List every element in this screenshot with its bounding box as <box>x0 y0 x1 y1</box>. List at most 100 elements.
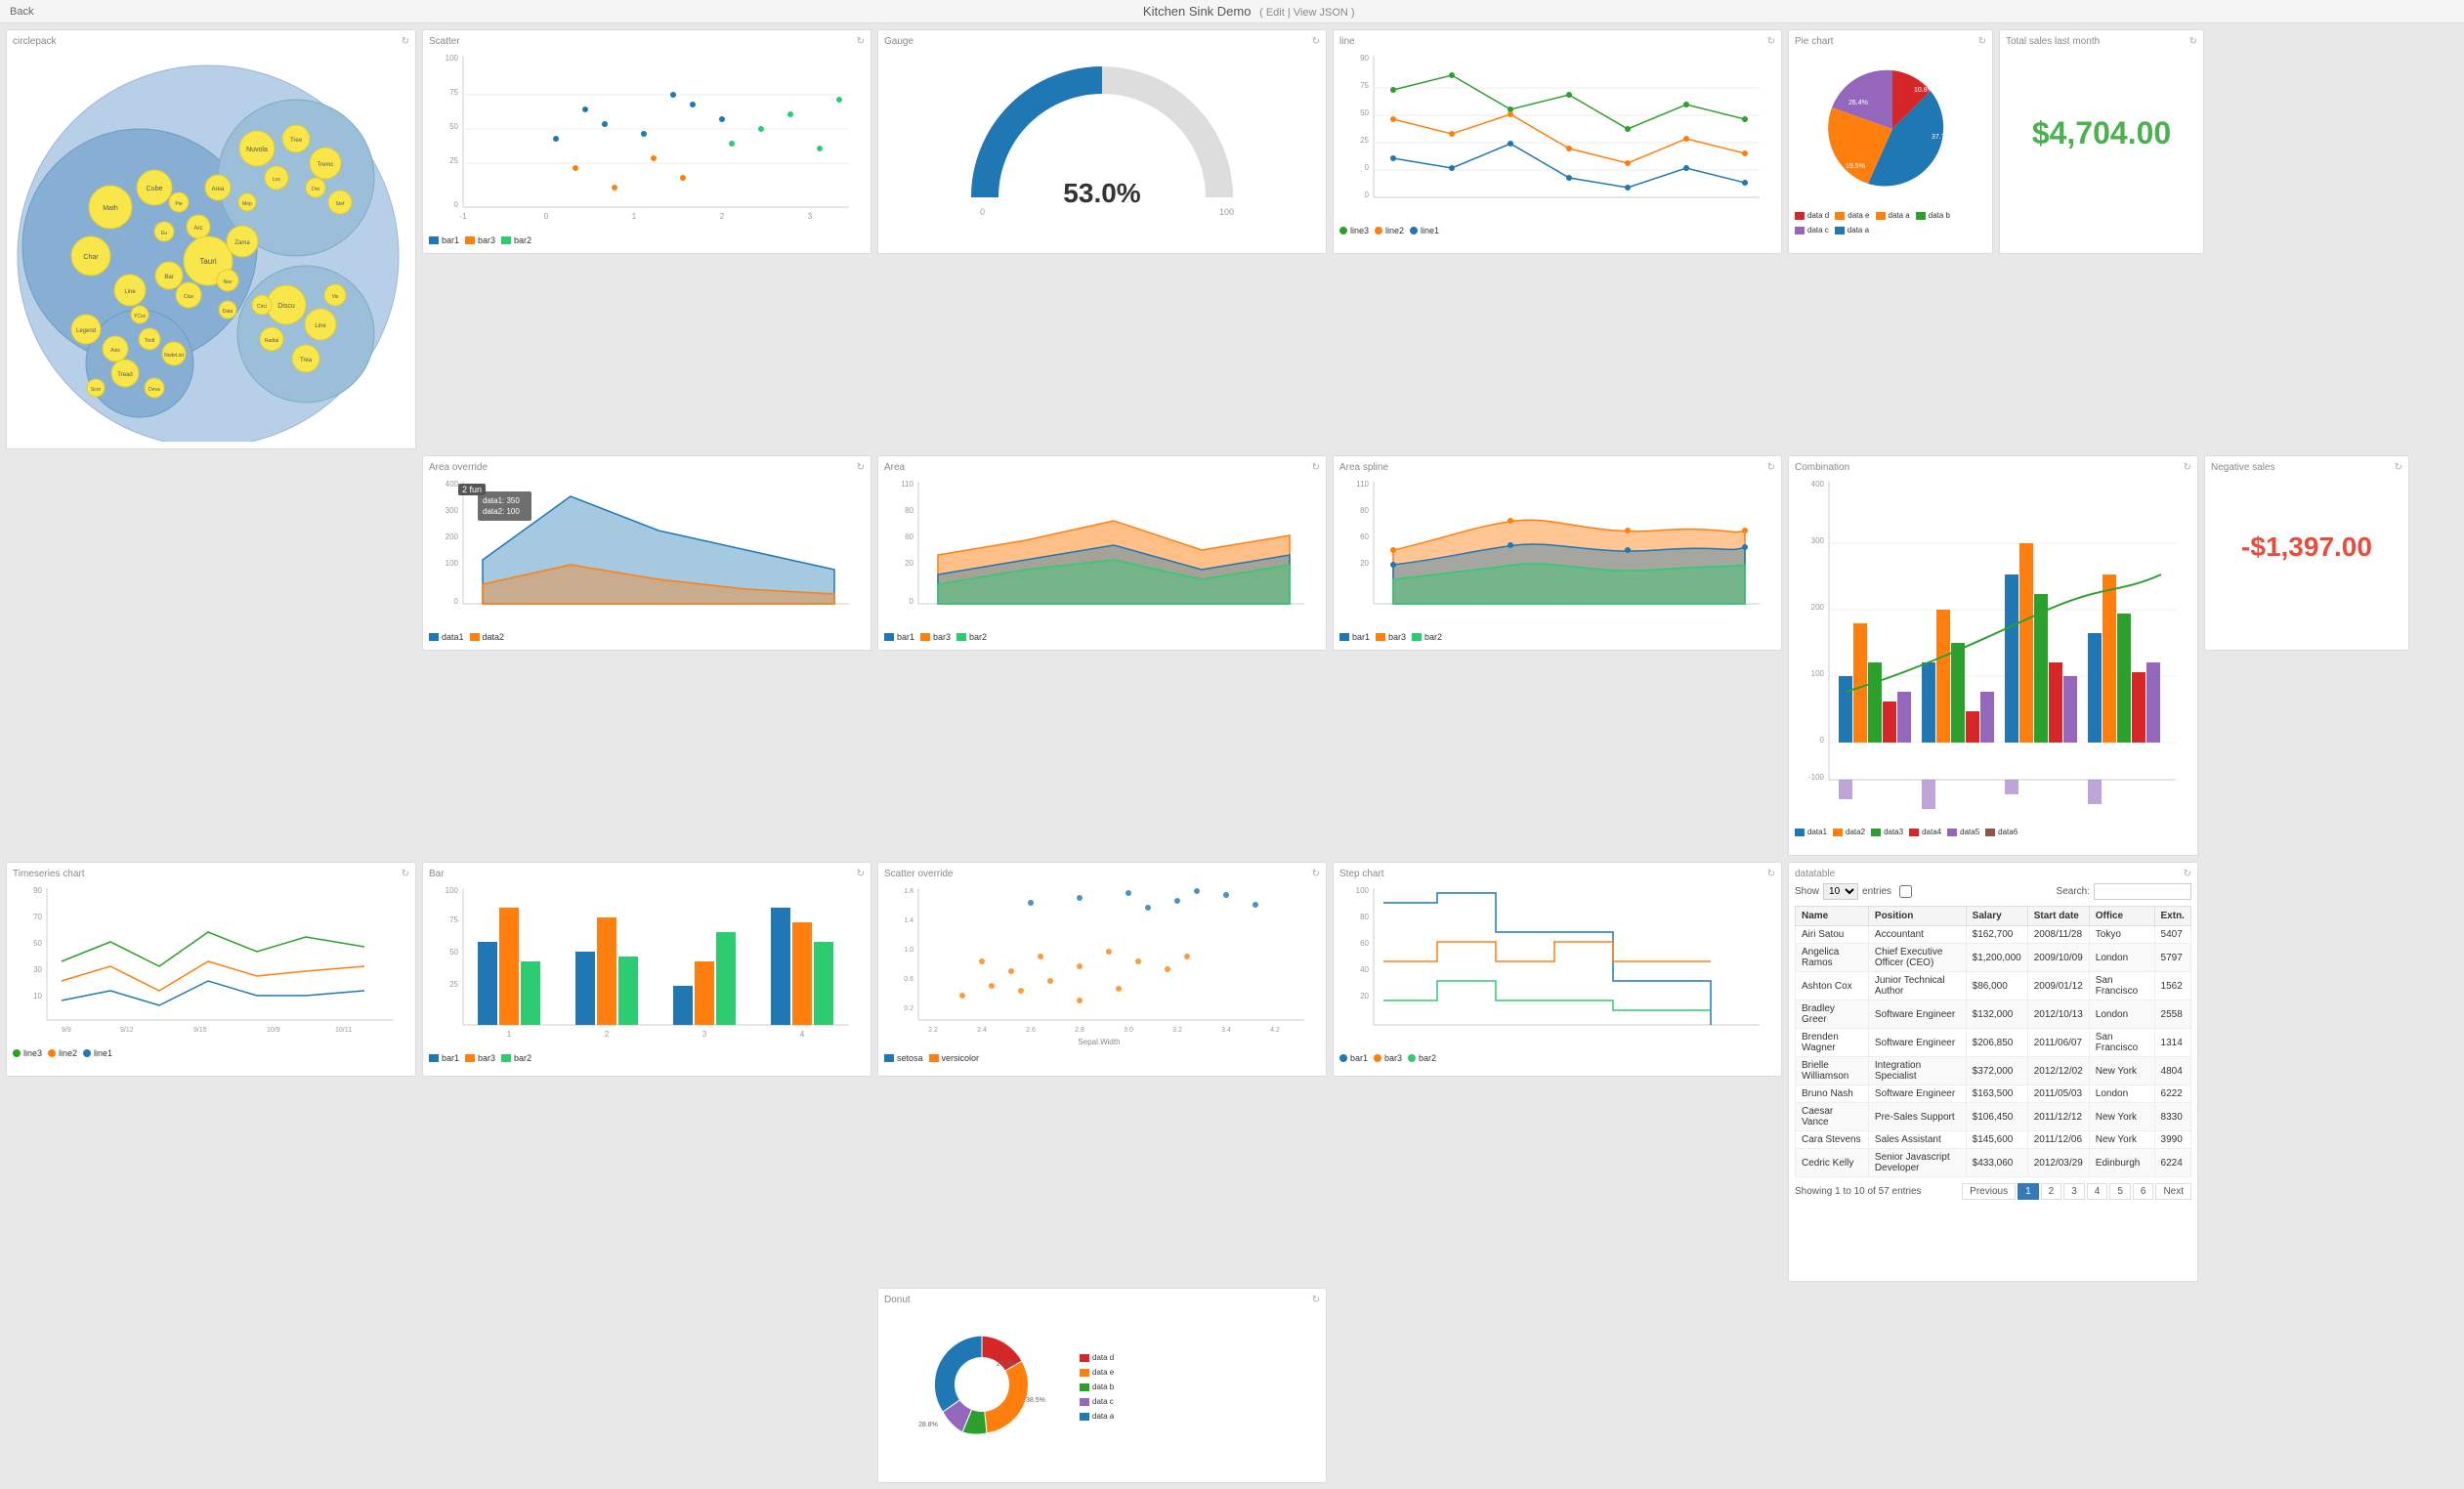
line-refresh[interactable]: ↻ <box>1767 36 1775 47</box>
bar-title: Bar ↻ <box>429 869 865 879</box>
timeseries-legend: line3 line2 line1 <box>13 1048 409 1058</box>
svg-text:2.8: 2.8 <box>1075 1027 1084 1034</box>
total-sales-refresh[interactable]: ↻ <box>2189 36 2197 47</box>
page-3-btn[interactable]: 3 <box>2063 1183 2085 1200</box>
area-override-title: Area override ↻ <box>429 462 865 473</box>
edit-link[interactable]: ( Edit | View JSON ) <box>1259 7 1354 19</box>
line-svg: 90 75 50 25 0 0 <box>1339 51 1769 222</box>
donut-svg: 38.5% 23.9% 28.8% <box>884 1309 1080 1461</box>
scatter-override-svg: 1.8 1.4 1.0 0.6 0.2 2.2 2.4 2.6 2.8 3.0 … <box>884 883 1314 1049</box>
svg-text:75: 75 <box>449 915 458 924</box>
table-row: Ashton CoxJunior Technical Author$86,000… <box>1796 972 2191 1000</box>
table-row: Cara StevensSales Assistant$145,6002011/… <box>1796 1131 2191 1149</box>
back-button[interactable]: Back <box>10 6 33 18</box>
svg-text:1.4: 1.4 <box>904 917 913 924</box>
timeseries-svg: 90 70 50 30 10 9/9 9/12 9/15 10/9 10/11 <box>13 883 404 1044</box>
datatable-refresh[interactable]: ↻ <box>2184 869 2191 879</box>
svg-text:23.9%: 23.9% <box>997 1361 1016 1368</box>
area-override-refresh[interactable]: ↻ <box>857 462 865 473</box>
svg-text:60: 60 <box>1360 532 1369 541</box>
gauge-refresh[interactable]: ↻ <box>1312 36 1320 47</box>
svg-text:10/11: 10/11 <box>335 1027 352 1034</box>
svg-text:0: 0 <box>1820 736 1825 744</box>
svg-text:200: 200 <box>1811 603 1825 612</box>
svg-text:53.0%: 53.0% <box>1063 178 1140 208</box>
negative-sales-title: Negative sales ↻ <box>2211 462 2402 473</box>
bar-svg: 100 75 50 25 1 <box>429 883 859 1049</box>
donut-refresh[interactable]: ↻ <box>1312 1295 1320 1305</box>
entries-checkbox[interactable] <box>1899 885 1912 898</box>
svg-text:60: 60 <box>905 532 913 541</box>
page-5-btn[interactable]: 5 <box>2109 1183 2131 1200</box>
pie-title: Pie chart ↻ <box>1795 36 1986 47</box>
svg-text:Deva: Deva <box>149 387 160 393</box>
pie-refresh[interactable]: ↻ <box>1978 36 1986 47</box>
step-title: Step chart ↻ <box>1339 869 1775 879</box>
svg-text:Dot: Dot <box>312 187 319 192</box>
scatter-svg: 100 75 50 25 0 -1 0 1 2 3 <box>429 51 859 232</box>
combination-card: Combination ↻ 400 300 200 100 0 -100 <box>1788 455 2198 856</box>
page-6-btn[interactable]: 6 <box>2133 1183 2154 1200</box>
pie-card: Pie chart ↻ 10.8% 37.7% 19.5% 26.4% data… <box>1788 29 1993 254</box>
col-extn[interactable]: Extn. <box>2154 907 2190 926</box>
col-start-date[interactable]: Start date <box>2027 907 2089 926</box>
svg-text:40: 40 <box>1360 965 1369 974</box>
circlepack-refresh[interactable]: ↻ <box>402 36 409 47</box>
combination-title: Combination ↻ <box>1795 462 2191 473</box>
svg-text:Math: Math <box>103 205 118 212</box>
scatter-refresh[interactable]: ↻ <box>857 36 865 47</box>
circlepack-card: circlepack ↻ Math Cube <box>6 29 416 449</box>
total-sales-title: Total sales last month ↻ <box>2006 36 2197 47</box>
negative-sales-refresh[interactable]: ↻ <box>2395 462 2402 473</box>
area-refresh[interactable]: ↻ <box>1312 462 1320 473</box>
svg-text:19.5%: 19.5% <box>1846 163 1865 170</box>
datatable-title: datatable ↻ <box>1795 869 2191 879</box>
dashboard: circlepack ↻ Math Cube <box>0 23 2464 1489</box>
override-tag: 2 fun <box>458 484 486 495</box>
svg-text:Line: Line <box>124 289 136 295</box>
area-override-svg: 400 300 200 100 0 data1: 350 data2: 100 <box>429 477 859 628</box>
area-svg: 110 80 60 20 0 <box>884 477 1314 628</box>
donut-legend: data d data e data b data c data a <box>1080 1353 1114 1421</box>
col-name[interactable]: Name <box>1796 907 1869 926</box>
svg-text:300: 300 <box>1811 536 1825 545</box>
svg-text:Area: Area <box>212 187 225 192</box>
scatter-override-legend: setosa versicolor <box>884 1053 1320 1063</box>
total-sales-value: $4,704.00 <box>2006 96 2197 171</box>
page-1-btn[interactable]: 1 <box>2018 1183 2039 1200</box>
dt-search-input[interactable] <box>2094 883 2191 900</box>
combination-refresh[interactable]: ↻ <box>2184 462 2191 473</box>
page-4-btn[interactable]: 4 <box>2087 1183 2108 1200</box>
svg-text:Tootl: Tootl <box>145 338 155 344</box>
svg-text:Data: Data <box>223 309 234 315</box>
area-spline-refresh[interactable]: ↻ <box>1767 462 1775 473</box>
svg-text:2.2: 2.2 <box>928 1027 938 1034</box>
page-2-btn[interactable]: 2 <box>2041 1183 2062 1200</box>
table-row: Angelica RamosChief Executive Officer (C… <box>1796 944 2191 972</box>
page-next-btn[interactable]: Next <box>2155 1183 2191 1200</box>
col-salary[interactable]: Salary <box>1966 907 2027 926</box>
svg-text:400: 400 <box>446 480 459 489</box>
svg-text:50: 50 <box>1360 108 1369 117</box>
scatter-legend: bar1 bar3 bar2 <box>429 235 865 245</box>
line-card: line ↻ 90 75 50 25 0 0 <box>1333 29 1782 254</box>
bar-refresh[interactable]: ↻ <box>857 869 865 879</box>
dt-search-container: Search: <box>2057 883 2191 900</box>
svg-text:2.6: 2.6 <box>1026 1027 1036 1034</box>
page-prev-btn[interactable]: Previous <box>1962 1183 2016 1200</box>
svg-text:2.4: 2.4 <box>977 1027 987 1034</box>
scatter-override-refresh[interactable]: ↻ <box>1312 869 1320 879</box>
step-refresh[interactable]: ↻ <box>1767 869 1775 879</box>
svg-text:Axis: Axis <box>110 348 120 354</box>
col-office[interactable]: Office <box>2089 907 2154 926</box>
entries-select[interactable]: 102550 <box>1823 883 1858 900</box>
svg-text:Pie: Pie <box>175 201 182 207</box>
gauge-card: Gauge ↻ 53.0% 0 100 <box>877 29 1327 254</box>
svg-text:38.5%: 38.5% <box>1026 1397 1045 1404</box>
col-position[interactable]: Position <box>1868 907 1966 926</box>
timeseries-refresh[interactable]: ↻ <box>402 869 409 879</box>
line-legend: line3 line2 line1 <box>1339 226 1775 235</box>
svg-text:0: 0 <box>454 200 459 209</box>
bar-card: Bar ↻ 100 75 50 25 <box>422 862 871 1077</box>
svg-text:Tread: Tread <box>117 372 132 378</box>
